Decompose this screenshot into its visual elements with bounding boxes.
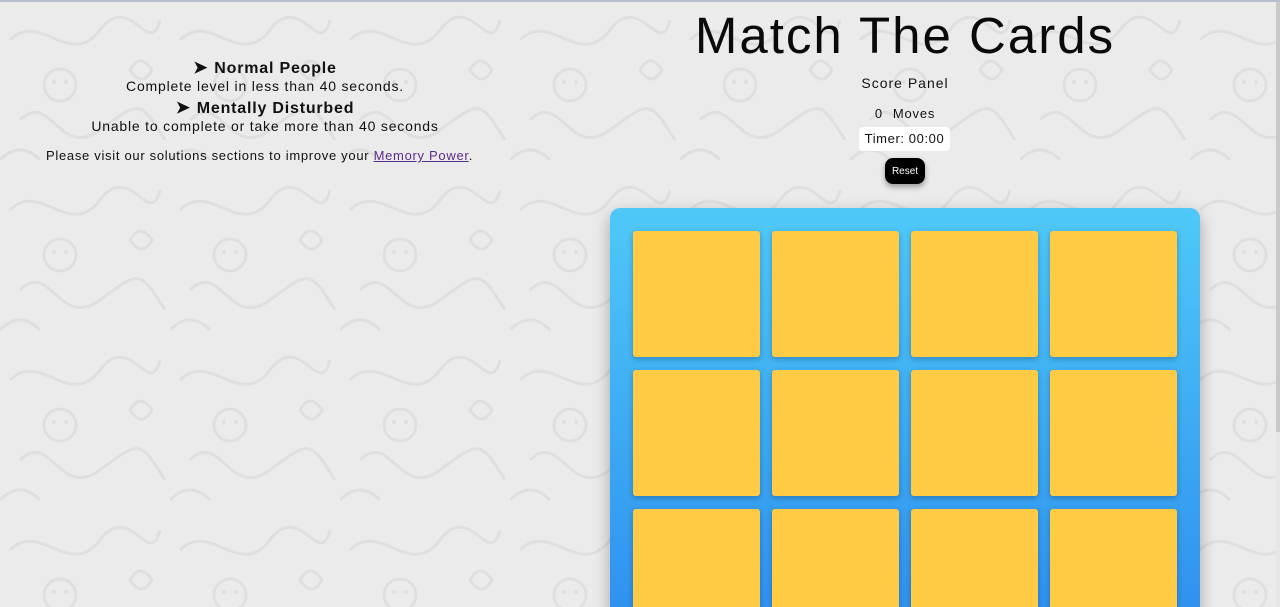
moves-label: Moves [892,106,936,121]
card[interactable] [911,231,1038,357]
card[interactable] [772,509,899,607]
card[interactable] [1050,231,1177,357]
level-heading-text: Normal People [214,60,337,77]
level-heading-text: Mentally Disturbed [196,100,355,117]
memory-power-link[interactable]: Memory Power [374,148,469,163]
timer-display: Timer: 00:00 [859,127,950,151]
card[interactable] [911,370,1038,496]
card[interactable] [633,509,760,607]
card[interactable] [1050,370,1177,496]
arrow-icon: ➤ [193,58,209,77]
reset-button[interactable]: Reset [885,158,925,184]
level-description-normal: Complete level in less than 40 seconds. [126,78,404,94]
score-panel-label: Score Panel [861,75,949,91]
visit-text: Please visit our solutions sections to i… [46,148,374,163]
page-scrollbar-thumb[interactable] [1276,2,1280,432]
moves-counter: 0 Moves [610,106,1200,121]
moves-count: 0 [874,106,883,121]
arrow-icon: ➤ [175,98,191,117]
card[interactable] [772,231,899,357]
info-panel: ➤ Normal People Complete level in less th… [0,58,530,138]
card-deck [610,208,1200,607]
card[interactable] [633,370,760,496]
visit-message: Please visit our solutions sections to i… [46,148,473,163]
level-heading-disturbed: ➤ Mentally Disturbed [0,98,530,118]
card[interactable] [911,509,1038,607]
card[interactable] [772,370,899,496]
level-heading-normal: ➤ Normal People [0,58,530,78]
card[interactable] [633,231,760,357]
level-description-disturbed: Unable to complete or take more than 40 … [91,118,439,134]
visit-end: . [468,148,473,163]
card[interactable] [1050,509,1177,607]
page-title: Match The Cards [694,7,1116,64]
